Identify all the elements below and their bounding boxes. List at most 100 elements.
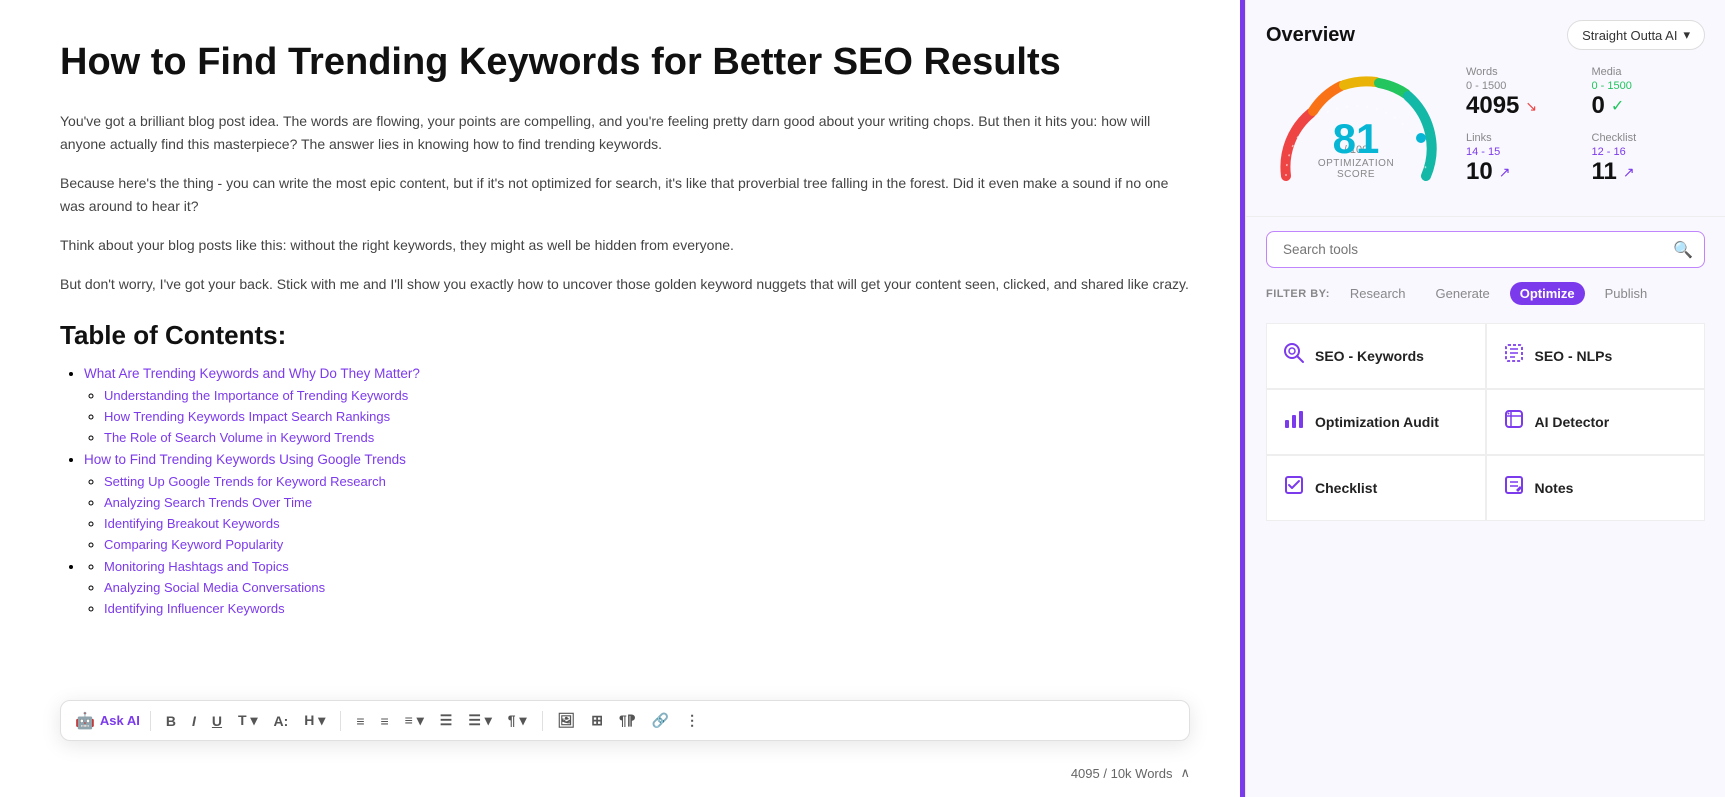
paragraph-3: Think about your blog posts like this: w…: [60, 234, 1190, 257]
toolbar-divider-2: [340, 711, 341, 731]
filter-row: FILTER BY: Research Generate Optimize Pu…: [1266, 282, 1705, 305]
tool-optimization-audit[interactable]: Optimization Audit: [1266, 389, 1486, 455]
stat-words-value: 4095: [1466, 92, 1519, 120]
paragraph-button[interactable]: ¶ ▾: [503, 709, 532, 732]
ai-detector-icon: [1503, 408, 1525, 436]
underline-button[interactable]: U: [207, 710, 227, 732]
align-left-button[interactable]: ≡: [351, 710, 369, 732]
stat-links-value-row: 10 ↗: [1466, 158, 1580, 186]
toolbar-divider-1: [150, 711, 151, 731]
tool-seo-keywords[interactable]: SEO - Keywords: [1266, 323, 1486, 389]
toc-link-1[interactable]: What Are Trending Keywords and Why Do Th…: [84, 366, 420, 381]
toc-sublink-3-2[interactable]: Analyzing Social Media Conversations: [104, 580, 325, 595]
gauge-score: 81: [1333, 118, 1380, 160]
search-input[interactable]: [1266, 231, 1705, 268]
toc-heading: Table of Contents:: [60, 320, 1190, 351]
filter-label: FILTER BY:: [1266, 288, 1330, 300]
tool-ai-detector-label: AI Detector: [1535, 414, 1610, 430]
italic-button[interactable]: I: [187, 710, 201, 732]
paragraph-4: But don't worry, I've got your back. Sti…: [60, 273, 1190, 296]
stat-words-range: 0 - 1500: [1466, 80, 1580, 92]
stat-links: Links 14 - 15 10 ↗: [1466, 132, 1580, 186]
tool-notes-label: Notes: [1535, 480, 1574, 496]
editor-body[interactable]: You've got a brilliant blog post idea. T…: [60, 110, 1190, 619]
stat-words-value-row: 4095 ↘: [1466, 92, 1580, 120]
ordered-list-button[interactable]: ☰: [435, 709, 458, 732]
toc-sublink-2-1[interactable]: Setting Up Google Trends for Keyword Res…: [104, 474, 386, 489]
notes-icon: [1503, 474, 1525, 502]
link-button[interactable]: 🔗: [647, 709, 674, 732]
arrow-up-icon-links: ↗: [1499, 164, 1511, 181]
toc-item-2: How to Find Trending Keywords Using Goog…: [84, 451, 1190, 554]
paragraph-1: You've got a brilliant blog post idea. T…: [60, 110, 1190, 156]
toc-sublink-2-3[interactable]: Identifying Breakout Keywords: [104, 516, 280, 531]
list-button[interactable]: ≡ ▾: [400, 709, 429, 732]
optimization-audit-icon: [1283, 408, 1305, 436]
tool-seo-nlps[interactable]: SEO - NLPs: [1486, 323, 1706, 389]
word-count-bar: 4095 / 10k Words ∧: [1071, 765, 1190, 781]
toc-sublink-1-3[interactable]: The Role of Search Volume in Keyword Tre…: [104, 430, 374, 445]
check-icon: ✓: [1611, 96, 1624, 116]
stats-grid: Words 0 - 1500 4095 ↘ Media 0 - 1500 0 ✓…: [1466, 66, 1705, 186]
toolbar-divider-3: [542, 711, 543, 731]
sidebar-header: Overview Straight Outta AI ▾: [1266, 20, 1705, 50]
paragraph-2: Because here's the thing - you can write…: [60, 172, 1190, 218]
chevron-down-icon: ▾: [1683, 27, 1690, 43]
floating-toolbar: 🤖 Ask AI B I U T ▾ A: H ▾ ≡ ≡ ≡ ▾ ☰ ☰ ▾ …: [60, 700, 1190, 741]
insert-button[interactable]: ⊞: [586, 709, 608, 732]
image-button[interactable]: 🖼: [553, 709, 581, 732]
tool-notes[interactable]: Notes: [1486, 455, 1706, 521]
word-count: 4095 / 10k Words: [1071, 766, 1173, 781]
toc-sublink-1-1[interactable]: Understanding the Importance of Trending…: [104, 388, 408, 403]
stat-checklist-label: Checklist: [1592, 132, 1706, 144]
stat-links-value: 10: [1466, 158, 1493, 186]
toc-sublink-2-2[interactable]: Analyzing Search Trends Over Time: [104, 495, 312, 510]
stat-words-label: Words: [1466, 66, 1580, 78]
toc-sublist-1: Understanding the Importance of Trending…: [84, 387, 1190, 447]
toc-link-2[interactable]: How to Find Trending Keywords Using Goog…: [84, 452, 406, 467]
gauge-section: / 100 OPTIMIZATION SCORE 81 Words 0 - 15…: [1266, 66, 1705, 196]
expand-icon[interactable]: ∧: [1180, 765, 1190, 781]
ask-ai-button[interactable]: 🤖 Ask AI: [75, 711, 140, 731]
filter-generate[interactable]: Generate: [1426, 282, 1500, 305]
text-style-button[interactable]: T ▾: [233, 709, 262, 732]
toc-sublink-2-4[interactable]: Comparing Keyword Popularity: [104, 537, 283, 552]
toc-sublist-3: Monitoring Hashtags and Topics Analyzing…: [84, 558, 1190, 618]
toc-sublink-1-2[interactable]: How Trending Keywords Impact Search Rank…: [104, 409, 390, 424]
toc-sublink-3-1[interactable]: Monitoring Hashtags and Topics: [104, 559, 289, 574]
filter-optimize[interactable]: Optimize: [1510, 282, 1585, 305]
heading-button[interactable]: H ▾: [299, 709, 330, 732]
brand-button[interactable]: Straight Outta AI ▾: [1567, 20, 1705, 50]
more-button[interactable]: ⋮: [680, 709, 704, 732]
list-options-button[interactable]: ☰ ▾: [463, 709, 496, 732]
tool-optimization-audit-label: Optimization Audit: [1315, 414, 1439, 430]
tool-checklist[interactable]: Checklist: [1266, 455, 1486, 521]
toc-sublink-3-3[interactable]: Identifying Influencer Keywords: [104, 601, 285, 616]
font-size-button[interactable]: A:: [269, 710, 294, 732]
stat-media-value-row: 0 ✓: [1592, 92, 1706, 120]
tool-ai-detector[interactable]: AI Detector: [1486, 389, 1706, 455]
seo-nlps-icon: [1503, 342, 1525, 370]
checklist-icon: [1283, 474, 1305, 502]
table-button[interactable]: ¶⁋: [614, 709, 641, 732]
stat-media-label: Media: [1592, 66, 1706, 78]
arrow-down-icon: ↘: [1525, 98, 1537, 115]
toc-item-1: What Are Trending Keywords and Why Do Th…: [84, 365, 1190, 447]
stat-media-value: 0: [1592, 92, 1605, 120]
align-center-button[interactable]: ≡: [376, 710, 394, 732]
bold-button[interactable]: B: [161, 710, 181, 732]
filter-publish[interactable]: Publish: [1595, 282, 1658, 305]
stat-media-range: 0 - 1500: [1592, 80, 1706, 92]
ai-icon: 🤖: [75, 711, 95, 731]
ask-ai-label: Ask AI: [100, 713, 140, 728]
article-title: How to Find Trending Keywords for Better…: [60, 40, 1190, 86]
filter-research[interactable]: Research: [1340, 282, 1416, 305]
search-wrap: 🔍: [1266, 231, 1705, 268]
toc-list: What Are Trending Keywords and Why Do Th…: [60, 365, 1190, 618]
tool-seo-keywords-label: SEO - Keywords: [1315, 348, 1424, 364]
search-icon: 🔍: [1673, 240, 1693, 260]
sidebar-title: Overview: [1266, 24, 1355, 47]
editor-area[interactable]: How to Find Trending Keywords for Better…: [0, 0, 1240, 797]
stat-checklist: Checklist 12 - 16 11 ↗: [1592, 132, 1706, 186]
stats-divider: [1246, 216, 1725, 217]
